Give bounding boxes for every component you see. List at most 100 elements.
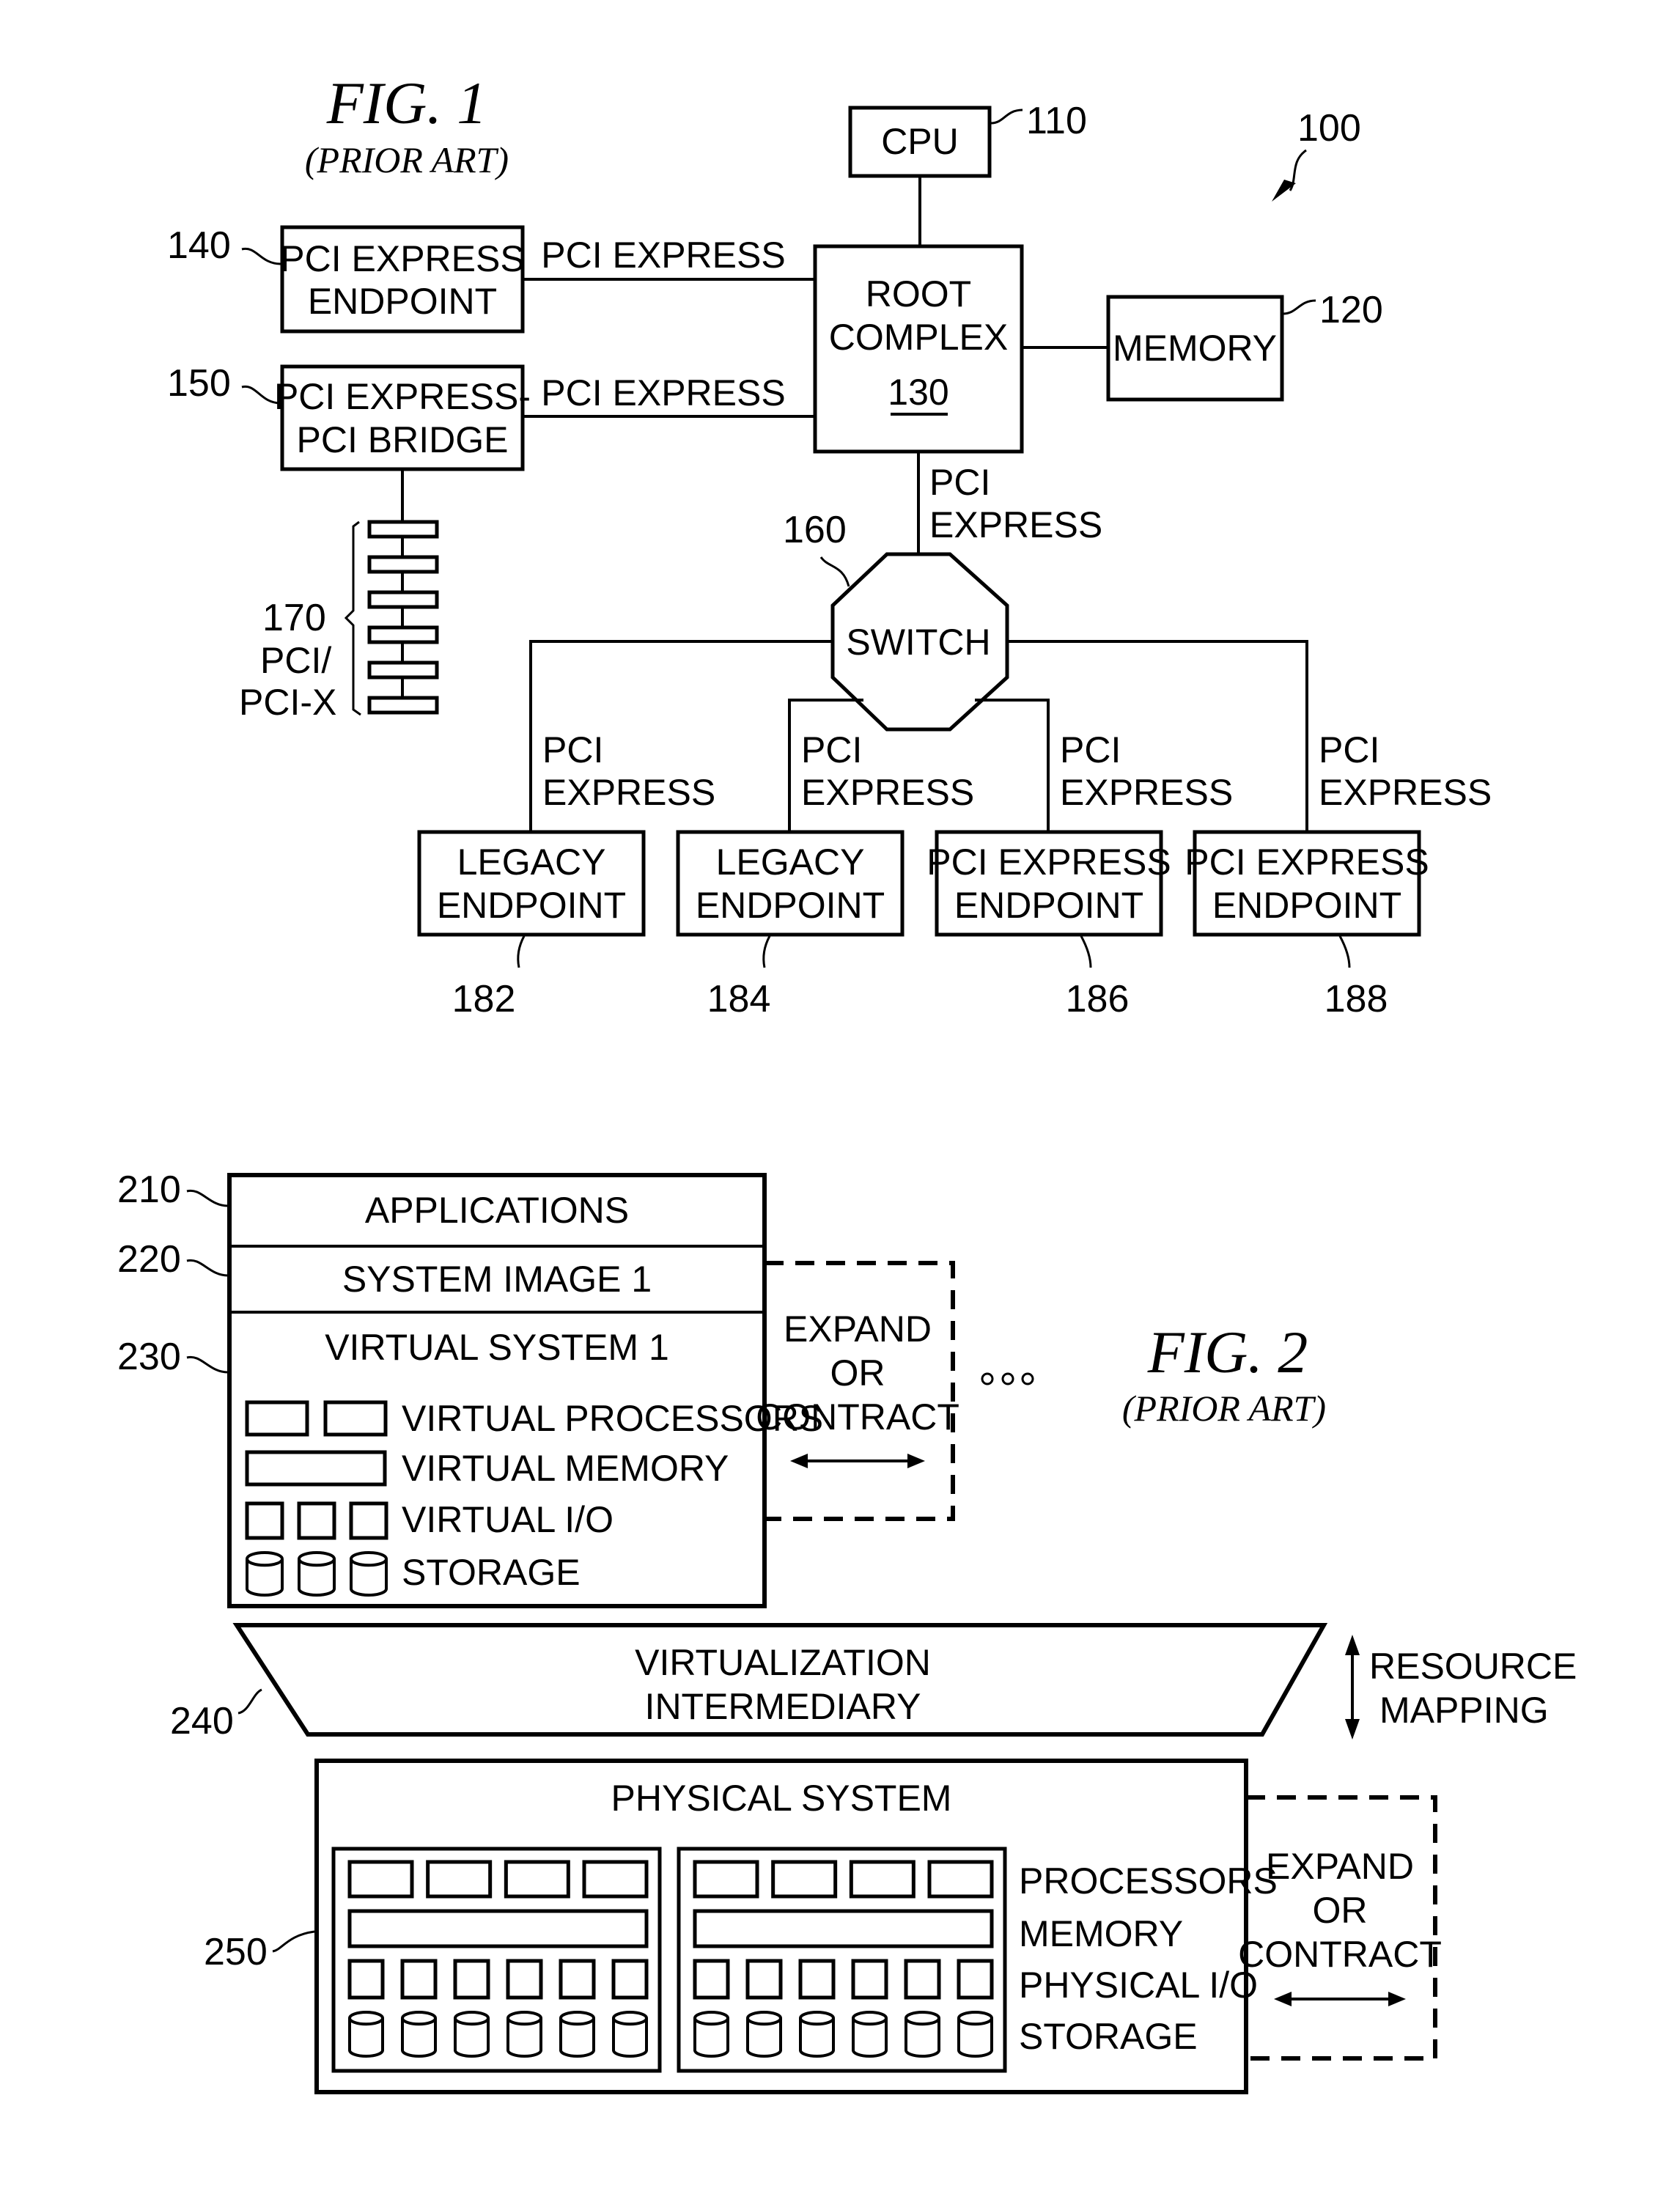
endpoint-140-line1: PCI EXPRESS xyxy=(280,238,524,279)
ref-100: 100 xyxy=(1297,107,1361,150)
arrow-left-icon xyxy=(790,1454,808,1468)
endpoint-line2: ENDPOINT xyxy=(437,885,626,926)
ref-220: 220 xyxy=(117,1238,181,1281)
ref-230: 230 xyxy=(117,1336,181,1378)
storage-cylinder-icon xyxy=(298,1551,336,1597)
virtual-io-icon xyxy=(349,1501,388,1540)
storage-cylinder-icon xyxy=(612,2011,648,2058)
fig1-title: FIG. 1 xyxy=(326,70,487,136)
fig1-subtitle: (PRIOR ART) xyxy=(305,139,509,180)
ref-160: 160 xyxy=(783,509,847,551)
endpoint-line2: ENDPOINT xyxy=(954,885,1143,926)
applications-label: APPLICATIONS xyxy=(365,1190,629,1231)
storage-cylinder-icon xyxy=(559,2011,595,2058)
fig1: FIG. 1 (PRIOR ART) 100 CPU 110 ROOT COMP… xyxy=(167,70,1492,1020)
ref-170: 170 xyxy=(262,597,326,639)
physical-processors-label: PROCESSORS xyxy=(1019,1860,1278,1902)
endpoint-link-label2: EXPRESS xyxy=(1319,772,1492,813)
arrow-up-icon xyxy=(1345,1635,1360,1655)
endpoint-line2: ENDPOINT xyxy=(1212,885,1401,926)
ref-210-leader xyxy=(186,1189,229,1207)
expand-virtual-line1: EXPAND xyxy=(784,1308,932,1350)
root-switch-link-label2: EXPRESS xyxy=(929,504,1102,545)
virtual-system-label: VIRTUAL SYSTEM 1 xyxy=(325,1327,669,1368)
endpoint-ref-leader xyxy=(762,935,771,968)
cylinder-top xyxy=(506,2011,542,2026)
pci-slot-icon xyxy=(367,696,439,715)
processor-icon xyxy=(771,1860,838,1899)
bridge-150-line1: PCI EXPRESS- xyxy=(274,376,531,417)
endpoint-link-label1: PCI xyxy=(1060,729,1121,770)
expand-virtual-line2: OR xyxy=(830,1352,885,1394)
expand-physical-line1: EXPAND xyxy=(1266,1846,1414,1887)
endpoint-ref-leader xyxy=(517,935,526,968)
endpoint-140-block: 140 PCI EXPRESS ENDPOINT PCI EXPRESS xyxy=(167,224,815,334)
processor-icon xyxy=(582,1860,649,1899)
io-icon xyxy=(559,1959,596,2000)
endpoint-ref-leader xyxy=(1338,935,1351,968)
pci-bus-line2: PCI-X xyxy=(239,682,336,723)
expand-physical-line2: OR xyxy=(1313,1890,1368,1931)
cylinder-top xyxy=(348,2011,384,2026)
storage-cylinder-icon xyxy=(350,1551,388,1597)
bridge-150-block: 150 PCI EXPRESS- PCI BRIDGE PCI EXPRESS xyxy=(167,362,815,471)
expand-contract-physical: EXPAND OR CONTRACT xyxy=(1238,1795,1442,2061)
processor-icon xyxy=(504,1860,570,1899)
io-icon xyxy=(611,1959,649,2000)
physical-io-label: PHYSICAL I/O xyxy=(1019,1965,1258,2006)
pci-slot-icon xyxy=(367,590,439,609)
endpoint-line2: ENDPOINT xyxy=(696,885,885,926)
endpoint-line1: LEGACY xyxy=(457,842,606,883)
expand-virtual-line3: CONTRACT xyxy=(756,1396,959,1438)
storage-cylinder-icon xyxy=(852,2011,888,2058)
resource-mapping-line1: RESOURCE xyxy=(1369,1646,1577,1687)
storage-cylinder-icon xyxy=(454,2011,490,2058)
endpoint-ref: 184 xyxy=(707,978,771,1020)
root-complex-block: ROOT COMPLEX 130 xyxy=(813,244,1024,454)
storage-cylinder-icon xyxy=(401,2011,437,2058)
endpoint-link-label1: PCI xyxy=(801,729,862,770)
endpoint-ref: 186 xyxy=(1066,978,1130,1020)
virtual-storage-label: STORAGE xyxy=(402,1552,581,1593)
storage-cylinder-icon xyxy=(905,2011,940,2058)
bridge-150-line2: PCI BRIDGE xyxy=(297,419,509,460)
virtual-io-icon xyxy=(297,1501,336,1540)
endpoint-link-label2: EXPRESS xyxy=(1060,772,1233,813)
pci-slot-icon xyxy=(367,520,439,539)
intermediary-line2: INTERMEDIARY xyxy=(645,1686,921,1727)
fig2-subtitle: (PRIOR ART) xyxy=(1122,1388,1326,1429)
virtual-processor-icon xyxy=(323,1400,388,1437)
io-icon xyxy=(347,1959,385,2000)
ref-240: 240 xyxy=(170,1700,234,1742)
storage-cylinder-icon xyxy=(693,2011,729,2058)
physical-memory-label: MEMORY xyxy=(1019,1913,1183,1954)
virtual-io-icon xyxy=(245,1501,284,1540)
cylinder-top xyxy=(454,2011,490,2026)
processor-icon xyxy=(849,1860,915,1899)
processor-icon xyxy=(693,1860,759,1899)
virtual-storage-icons xyxy=(246,1551,388,1597)
cpu-label: CPU xyxy=(881,121,959,162)
fig2-title: FIG. 2 xyxy=(1147,1319,1308,1385)
storage-cylinder-icon xyxy=(746,2011,782,2058)
physical-resource-icons xyxy=(347,1860,994,2058)
memory-label: MEMORY xyxy=(1113,328,1277,369)
ref-120-leader xyxy=(1282,299,1316,315)
cylinder-top xyxy=(693,2011,729,2026)
io-icon xyxy=(851,1959,888,2000)
root-complex-line2: COMPLEX xyxy=(829,317,1009,358)
physical-system-label: PHYSICAL SYSTEM xyxy=(611,1778,952,1819)
root-switch-link-label1: PCI xyxy=(929,462,990,503)
endpoint-line1: LEGACY xyxy=(716,842,865,883)
memory-block: MEMORY 120 xyxy=(1022,289,1383,402)
io-icon xyxy=(798,1959,836,2000)
virtual-memory-label: VIRTUAL MEMORY xyxy=(402,1448,729,1489)
expand-contract-virtual: EXPAND OR CONTRACT xyxy=(756,1261,959,1521)
endpoint-182: PCI EXPRESS LEGACY ENDPOINT 182 xyxy=(417,729,715,1020)
endpoint-line1: PCI EXPRESS xyxy=(1185,842,1429,883)
ref-220-leader xyxy=(186,1259,229,1277)
physical-storage-label: STORAGE xyxy=(1019,2016,1198,2057)
ref-250: 250 xyxy=(204,1931,268,1973)
processor-icon xyxy=(927,1860,994,1899)
cylinder-top xyxy=(298,1551,336,1567)
